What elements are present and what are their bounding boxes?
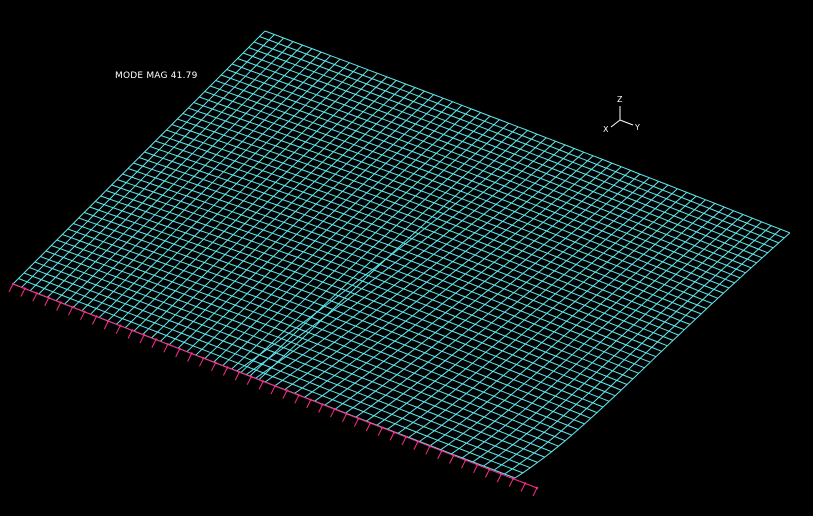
constraint-marker <box>32 293 38 302</box>
mesh-line <box>249 126 519 377</box>
constraint-marker <box>282 390 288 399</box>
mesh-line <box>264 144 566 383</box>
constraint-marker <box>508 478 514 487</box>
constraint-marker <box>461 459 466 469</box>
constraint-marker <box>473 464 478 474</box>
mesh-line <box>284 151 585 391</box>
mode-magnitude-label: MODE MAG 41.79 <box>115 71 198 81</box>
constraint-marker <box>246 376 252 385</box>
constraint-marker <box>413 441 419 450</box>
constraint-marker <box>187 353 193 362</box>
constraint-marker <box>8 283 14 293</box>
constraint-marker <box>68 306 73 316</box>
mesh-line <box>387 188 678 430</box>
mesh-line <box>90 62 350 315</box>
constraint-marker <box>234 371 240 381</box>
coordinate-triad-icon <box>610 106 634 128</box>
mesh-line <box>355 177 650 418</box>
constraint-marker <box>496 473 502 483</box>
constraint-marker <box>175 348 181 358</box>
constraint-marker <box>20 288 26 297</box>
constraint-marker <box>484 469 490 478</box>
mesh-line <box>116 72 378 325</box>
triad-z-label: Z <box>617 95 623 104</box>
constraint-marker <box>103 320 109 330</box>
constraint-marker <box>199 357 204 367</box>
constraint-marker <box>294 395 300 404</box>
constraint-marker <box>342 413 347 423</box>
constraint-marker <box>401 436 407 446</box>
constraint-marker <box>80 311 85 321</box>
constraint-marker <box>365 422 371 432</box>
mesh-line <box>274 148 575 387</box>
mesh-line <box>408 195 697 438</box>
mesh-line <box>62 234 579 430</box>
constraint-marker <box>222 367 228 376</box>
mesh-line <box>124 76 388 329</box>
mesh-line <box>107 69 369 322</box>
constraint-marker <box>437 450 443 460</box>
mesh-line <box>376 184 669 426</box>
constraint-marker <box>115 325 121 334</box>
graphics-viewport[interactable]: MODE MAG 41.79 Z X Y <box>0 0 813 516</box>
mesh-line <box>34 261 545 458</box>
constraint-marker <box>532 487 538 497</box>
constraint-marker <box>211 362 216 372</box>
constraint-marker <box>449 455 455 464</box>
constraint-marker <box>520 483 526 492</box>
boundary-constraint-markers <box>8 282 539 497</box>
constraint-marker <box>270 385 276 395</box>
constraint-marker <box>353 418 359 427</box>
mesh-line <box>177 97 444 349</box>
constraint-marker <box>330 408 335 418</box>
triad-y-label: Y <box>635 123 640 132</box>
constraint-marker <box>377 427 383 436</box>
constraint-marker <box>56 302 62 311</box>
constraint-marker <box>389 432 395 441</box>
mesh-line <box>23 272 531 469</box>
mesh-line <box>98 65 360 318</box>
mesh-line <box>56 239 572 436</box>
deformed-mesh-plot <box>12 30 791 479</box>
constraint-marker <box>163 344 169 353</box>
triad-x-label: X <box>603 125 609 134</box>
constraint-marker <box>318 404 324 413</box>
mesh-line <box>29 267 538 463</box>
constraint-marker <box>91 316 97 325</box>
mesh-line <box>294 155 594 394</box>
constraint-marker <box>306 399 312 409</box>
mesh-line <box>366 181 660 422</box>
mesh-line <box>304 159 603 398</box>
constraint-marker <box>258 381 264 390</box>
mesh-line <box>12 30 266 285</box>
constraint-marker <box>425 446 431 455</box>
constraint-marker <box>151 339 157 348</box>
mesh-line <box>397 192 688 434</box>
constraint-marker <box>127 330 133 339</box>
constraint-marker <box>139 334 145 344</box>
constraint-marker <box>44 297 50 307</box>
